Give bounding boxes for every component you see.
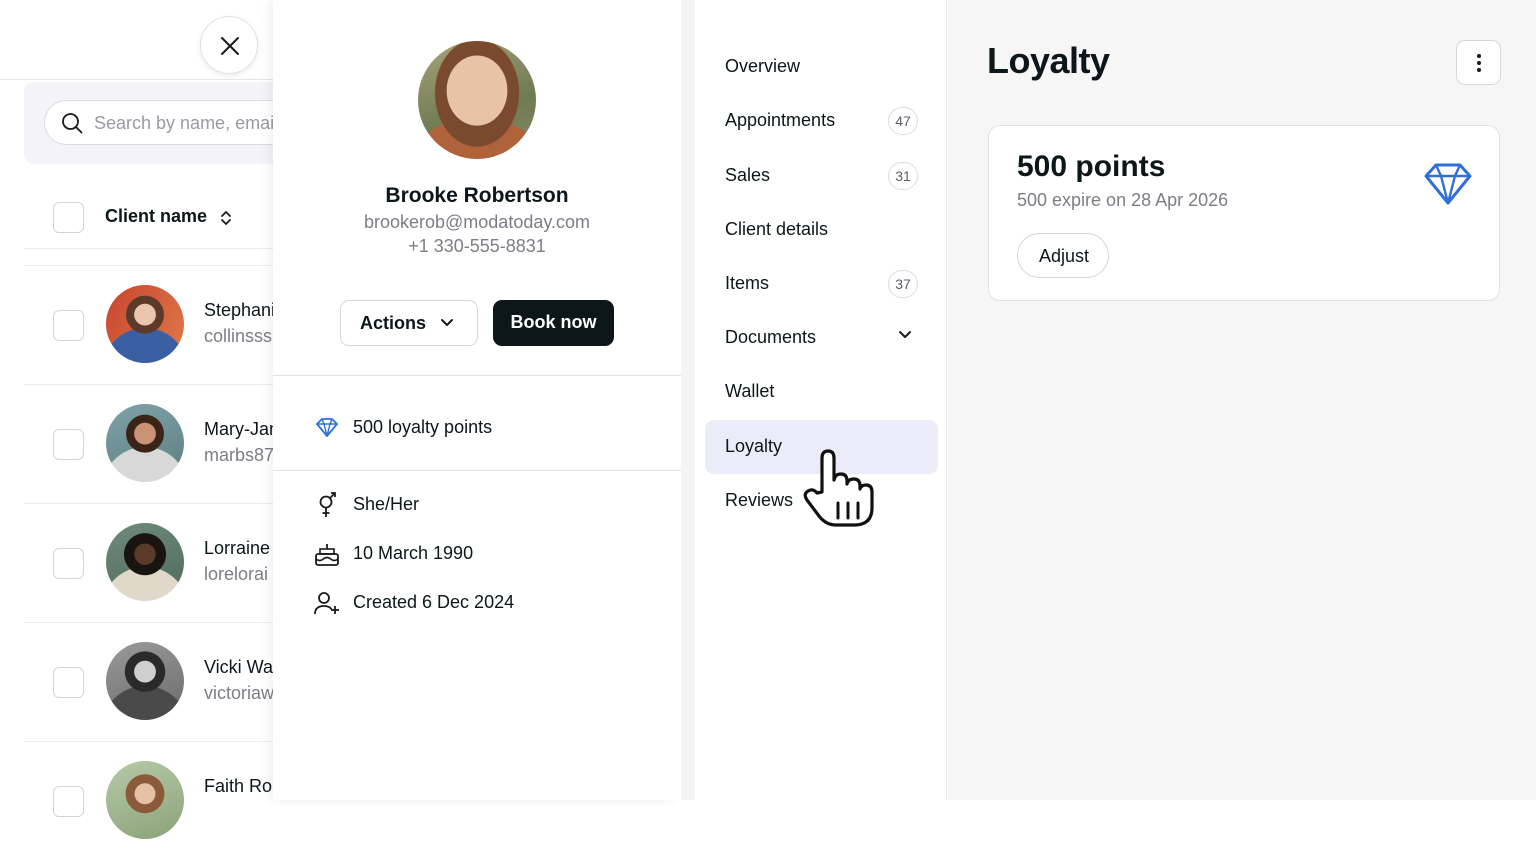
avatar xyxy=(106,642,184,720)
diamond-icon xyxy=(1424,163,1472,205)
client-email: brookerob@modatoday.com xyxy=(363,212,591,232)
client-profile-panel: Brooke Robertson brookerob@modatoday.com… xyxy=(273,0,681,800)
chevron-down-icon[interactable] xyxy=(898,330,912,340)
list-header: Client name xyxy=(24,188,300,244)
select-all-checkbox[interactable] xyxy=(53,202,84,233)
profile-avatar xyxy=(418,41,536,159)
avatar xyxy=(106,404,184,482)
profile-nav: Overview Appointments 47 Sales 31 Client… xyxy=(695,0,947,800)
table-row[interactable]: Stephanie collinsss xyxy=(24,266,300,385)
actions-button[interactable]: Actions xyxy=(340,300,478,346)
nav-item-sales[interactable]: Sales 31 xyxy=(705,149,938,203)
client-email: victoriaw xyxy=(204,683,275,703)
diamond-icon xyxy=(316,418,338,437)
adjust-button[interactable]: Adjust xyxy=(1017,233,1109,278)
client-phone: +1 330-555-8831 xyxy=(408,236,546,256)
column-header-client-name[interactable]: Client name xyxy=(105,206,207,227)
nav-item-label: Client details xyxy=(725,219,829,239)
nav-item-label: Documents xyxy=(725,327,817,347)
nav-item-label: Wallet xyxy=(725,381,775,401)
chevron-down-icon xyxy=(441,319,453,326)
adjust-label: Adjust xyxy=(1038,246,1090,266)
client-name: Brooke Robertson xyxy=(385,184,569,207)
nav-item-label: Reviews xyxy=(725,490,794,510)
cake-icon xyxy=(315,544,339,566)
more-options-button[interactable] xyxy=(1456,40,1501,85)
avatar xyxy=(106,761,184,839)
nav-item-label: Items xyxy=(725,273,770,293)
client-list: Search by name, email Client name Stepha… xyxy=(0,0,304,839)
actions-label: Actions xyxy=(360,313,427,333)
nav-item-client-details[interactable]: Client details xyxy=(705,203,938,257)
row-checkbox[interactable] xyxy=(53,548,84,579)
count-badge: 47 xyxy=(888,107,918,135)
book-now-label: Book now xyxy=(510,312,597,332)
table-row[interactable]: Vicki Wa victoriaw xyxy=(24,623,300,742)
nav-item-label: Appointments xyxy=(725,110,836,130)
search-icon xyxy=(62,113,83,134)
client-email: lorelorai xyxy=(204,564,269,584)
row-checkbox[interactable] xyxy=(53,667,84,698)
divider xyxy=(273,470,681,471)
table-row[interactable]: Faith Ro xyxy=(24,742,300,861)
row-checkbox[interactable] xyxy=(53,310,84,341)
client-name: Faith Ro xyxy=(204,776,273,796)
loyalty-points-card: 500 points 500 expire on 28 Apr 2026 Adj… xyxy=(988,125,1500,301)
count-badge: 37 xyxy=(888,270,918,298)
topbar-divider xyxy=(0,79,300,80)
page-title: Loyalty xyxy=(987,40,1110,81)
close-button[interactable] xyxy=(200,16,258,74)
birthday-text: 10 March 1990 xyxy=(353,543,474,563)
created-text: Created 6 Dec 2024 xyxy=(353,592,515,612)
hand-cursor-icon xyxy=(803,449,874,527)
client-email: collinsss xyxy=(204,326,273,346)
search-placeholder: Search by name, email xyxy=(94,113,279,133)
divider xyxy=(24,248,300,249)
nav-item-wallet[interactable]: Wallet xyxy=(705,365,938,419)
points-expiry: 500 expire on 28 Apr 2026 xyxy=(1017,190,1229,210)
count-badge: 31 xyxy=(888,162,918,190)
search-input[interactable]: Search by name, email xyxy=(44,100,304,145)
row-checkbox[interactable] xyxy=(53,429,84,460)
avatar xyxy=(106,285,184,363)
nav-item-appointments[interactable]: Appointments 47 xyxy=(705,94,938,148)
loyalty-points-text: 500 loyalty points xyxy=(353,417,493,437)
table-row[interactable]: Lorraine lorelorai xyxy=(24,504,300,623)
client-name: Lorraine xyxy=(204,538,271,558)
nav-item-label: Loyalty xyxy=(725,436,783,456)
client-email: marbs87 xyxy=(204,445,275,465)
points-value: 500 points xyxy=(1017,150,1166,183)
pronouns-text: She/Her xyxy=(353,494,420,514)
nav-item-documents[interactable]: Documents xyxy=(705,311,938,365)
avatar xyxy=(106,523,184,601)
search-area: Search by name, email xyxy=(24,82,304,164)
nav-item-items[interactable]: Items 37 xyxy=(705,257,938,311)
divider xyxy=(273,375,681,376)
row-checkbox[interactable] xyxy=(53,786,84,817)
client-name: Vicki Wa xyxy=(204,657,274,677)
nav-item-label: Sales xyxy=(725,165,771,185)
sort-icon[interactable] xyxy=(219,208,233,228)
table-row[interactable]: Mary-Jane marbs87 xyxy=(24,385,300,504)
nav-item-overview[interactable]: Overview xyxy=(705,40,938,94)
user-plus-icon xyxy=(314,592,339,615)
more-vertical-icon xyxy=(1477,54,1481,72)
loyalty-content: Loyalty 500 points 500 expire on 28 Apr … xyxy=(948,0,1536,800)
nav-item-label: Overview xyxy=(725,56,801,76)
panel-gutter xyxy=(681,0,695,800)
gender-icon xyxy=(319,492,336,517)
book-now-button[interactable]: Book now xyxy=(493,300,614,346)
close-icon xyxy=(221,37,239,55)
